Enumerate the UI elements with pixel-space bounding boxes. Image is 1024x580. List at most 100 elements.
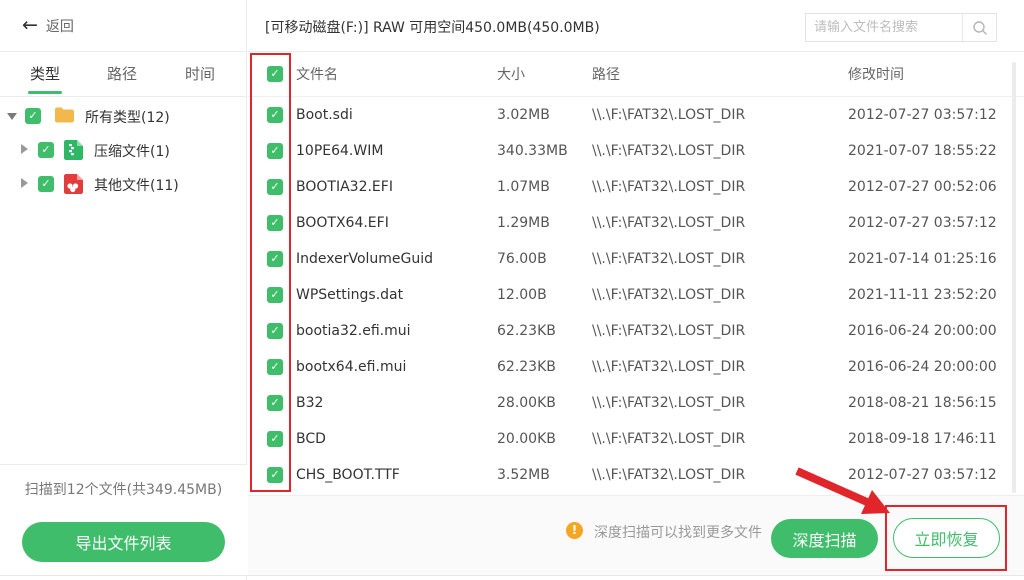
file-size: 3.02MB	[497, 107, 592, 123]
file-size: 20.00KB	[497, 431, 592, 447]
table-row[interactable]: ✓ Boot.sdi 3.02MB \\.\F:\FAT32\.LOST_DIR…	[248, 97, 1024, 133]
row-checkbox[interactable]: ✓	[267, 287, 283, 303]
table-row[interactable]: ✓ IndexerVolumeGuid 76.00B \\.\F:\FAT32\…	[248, 241, 1024, 277]
file-list: ✓ Boot.sdi 3.02MB \\.\F:\FAT32\.LOST_DIR…	[248, 97, 1024, 493]
search-icon	[972, 20, 988, 36]
archive-file-icon	[64, 140, 83, 164]
file-path: \\.\F:\FAT32\.LOST_DIR	[592, 431, 848, 447]
other-file-icon	[64, 174, 83, 198]
table-row[interactable]: ✓ BOOTX64.EFI 1.29MB \\.\F:\FAT32\.LOST_…	[248, 205, 1024, 241]
file-path: \\.\F:\FAT32\.LOST_DIR	[592, 287, 848, 303]
file-path: \\.\F:\FAT32\.LOST_DIR	[592, 215, 848, 231]
row-checkbox[interactable]: ✓	[267, 395, 283, 411]
file-name: BOOTIA32.EFI	[296, 179, 497, 195]
row-checkbox[interactable]: ✓	[267, 107, 283, 123]
file-name: BCD	[296, 431, 497, 447]
file-name: Boot.sdi	[296, 107, 497, 123]
row-checkbox[interactable]: ✓	[267, 179, 283, 195]
table-row[interactable]: ✓ WPSettings.dat 12.00B \\.\F:\FAT32\.LO…	[248, 277, 1024, 313]
back-button[interactable]: ← 返回	[0, 0, 247, 52]
search-button[interactable]	[962, 14, 996, 41]
table-row[interactable]: ✓ BOOTIA32.EFI 1.07MB \\.\F:\FAT32\.LOST…	[248, 169, 1024, 205]
table-row[interactable]: ✓ BCD 20.00KB \\.\F:\FAT32\.LOST_DIR 201…	[248, 421, 1024, 457]
table-header: ✓ 文件名 大小 路径 修改时间	[248, 52, 1024, 97]
title-bar: [可移动磁盘(F:)] RAW 可用空间450.0MB(450.0MB)	[248, 0, 1024, 52]
table-row[interactable]: ✓ CHS_BOOT.TTF 3.52MB \\.\F:\FAT32\.LOST…	[248, 457, 1024, 493]
tree-item-label: 压缩文件(1)	[94, 141, 170, 161]
tree-item-archive-files[interactable]: ✓ 压缩文件(1)	[0, 135, 247, 165]
tab-type[interactable]: 类型	[28, 52, 62, 96]
row-checkbox[interactable]: ✓	[267, 323, 283, 339]
file-modified: 2012-07-27 03:57:12	[848, 107, 1016, 123]
file-name: 10PE64.WIM	[296, 143, 497, 159]
file-size: 1.29MB	[497, 215, 592, 231]
table-scrollbar[interactable]	[1012, 62, 1016, 493]
file-path: \\.\F:\FAT32\.LOST_DIR	[592, 359, 848, 375]
tree-checkbox[interactable]: ✓	[38, 176, 54, 192]
bottom-divider	[0, 575, 1024, 576]
file-modified: 2012-07-27 00:52:06	[848, 179, 1016, 195]
file-modified: 2021-07-07 18:55:22	[848, 143, 1016, 159]
row-checkbox[interactable]: ✓	[267, 215, 283, 231]
select-all-checkbox[interactable]: ✓	[267, 66, 283, 82]
tree-item-other-files[interactable]: ✓ 其他文件(11)	[0, 169, 247, 199]
back-arrow-icon: ←	[22, 16, 38, 35]
tab-path[interactable]: 路径	[105, 52, 139, 96]
sidebar-footer: 扫描到12个文件(共349.45MB) 导出文件列表	[0, 464, 247, 575]
file-name: B32	[296, 395, 497, 411]
tree-item-label: 其他文件(11)	[94, 175, 179, 195]
file-name: BOOTX64.EFI	[296, 215, 497, 231]
file-size: 3.52MB	[497, 467, 592, 483]
file-modified: 2012-07-27 03:57:12	[848, 467, 1016, 483]
column-header-filename[interactable]: 文件名	[296, 64, 497, 84]
file-size: 76.00B	[497, 251, 592, 267]
tree-checkbox[interactable]: ✓	[25, 108, 41, 124]
tab-time[interactable]: 时间	[183, 52, 217, 96]
search-input[interactable]	[806, 14, 962, 41]
file-path: \\.\F:\FAT32\.LOST_DIR	[592, 179, 848, 195]
column-header-size[interactable]: 大小	[497, 64, 592, 84]
file-modified: 2021-07-14 01:25:16	[848, 251, 1016, 267]
file-name: IndexerVolumeGuid	[296, 251, 497, 267]
table-row[interactable]: ✓ bootx64.efi.mui 62.23KB \\.\F:\FAT32\.…	[248, 349, 1024, 385]
file-path: \\.\F:\FAT32\.LOST_DIR	[592, 107, 848, 123]
drive-title: [可移动磁盘(F:)] RAW 可用空间450.0MB(450.0MB)	[265, 17, 600, 37]
file-modified: 2016-06-24 20:00:00	[848, 323, 1016, 339]
data-recovery-app: ← 返回 类型 路径 时间 ✓ 所有类型(12) ✓ 压缩文件(1)	[0, 0, 1024, 580]
warning-icon: !	[566, 522, 583, 539]
file-size: 12.00B	[497, 287, 592, 303]
file-size: 340.33MB	[497, 143, 592, 159]
file-path: \\.\F:\FAT32\.LOST_DIR	[592, 143, 848, 159]
tree-checkbox[interactable]: ✓	[38, 142, 54, 158]
back-label: 返回	[46, 16, 74, 36]
file-modified: 2018-08-21 18:56:15	[848, 395, 1016, 411]
column-header-path[interactable]: 路径	[592, 64, 848, 84]
tree-item-all-types[interactable]: ✓ 所有类型(12)	[0, 101, 247, 131]
row-checkbox[interactable]: ✓	[267, 251, 283, 267]
deep-scan-button[interactable]: 深度扫描	[771, 519, 878, 558]
sidebar-tabs: 类型 路径 时间	[0, 52, 247, 97]
row-checkbox[interactable]: ✓	[267, 467, 283, 483]
column-header-modified[interactable]: 修改时间	[848, 64, 1016, 84]
recover-now-button[interactable]: 立即恢复	[893, 518, 1000, 558]
file-name: bootx64.efi.mui	[296, 359, 497, 375]
file-path: \\.\F:\FAT32\.LOST_DIR	[592, 251, 848, 267]
caret-down-icon[interactable]	[7, 113, 17, 120]
deep-scan-hint: 深度扫描可以找到更多文件	[594, 522, 762, 542]
file-modified: 2018-09-18 17:46:11	[848, 431, 1016, 447]
table-row[interactable]: ✓ B32 28.00KB \\.\F:\FAT32\.LOST_DIR 201…	[248, 385, 1024, 421]
file-modified: 2021-11-11 23:52:20	[848, 287, 1016, 303]
file-modified: 2016-06-24 20:00:00	[848, 359, 1016, 375]
row-checkbox[interactable]: ✓	[267, 431, 283, 447]
row-checkbox[interactable]: ✓	[267, 143, 283, 159]
table-row[interactable]: ✓ 10PE64.WIM 340.33MB \\.\F:\FAT32\.LOST…	[248, 133, 1024, 169]
export-file-list-button[interactable]: 导出文件列表	[22, 522, 225, 562]
table-row[interactable]: ✓ bootia32.efi.mui 62.23KB \\.\F:\FAT32\…	[248, 313, 1024, 349]
caret-right-icon[interactable]	[21, 178, 28, 188]
row-checkbox[interactable]: ✓	[267, 359, 283, 375]
caret-right-icon[interactable]	[21, 144, 28, 154]
scan-summary: 扫描到12个文件(共349.45MB)	[0, 479, 247, 499]
file-size: 62.23KB	[497, 359, 592, 375]
file-path: \\.\F:\FAT32\.LOST_DIR	[592, 467, 848, 483]
sidebar: ← 返回 类型 路径 时间 ✓ 所有类型(12) ✓ 压缩文件(1)	[0, 0, 247, 580]
